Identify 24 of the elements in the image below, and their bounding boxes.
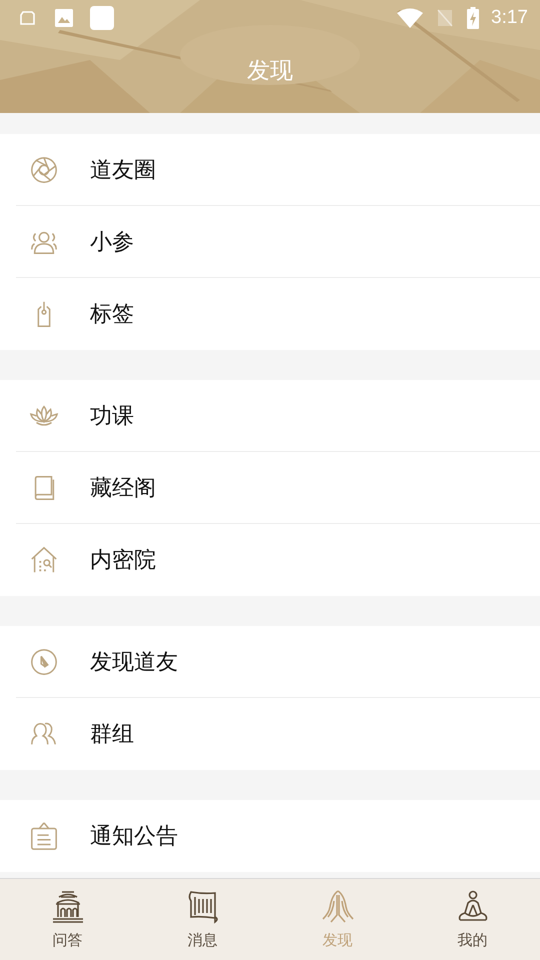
menu-item[interactable]: 藏经阁 xyxy=(16,452,540,524)
nav-tab[interactable]: 我的 xyxy=(405,879,540,960)
status-time: 3:17 xyxy=(491,7,528,29)
praying-hands-icon xyxy=(320,889,356,925)
menu-item[interactable]: 功课 xyxy=(16,380,540,452)
menu-item[interactable]: 内密院 xyxy=(16,524,540,596)
nav-tab[interactable]: 问答 xyxy=(0,879,135,960)
no-sim-icon xyxy=(435,8,456,28)
compass-icon xyxy=(29,646,59,676)
menu-item[interactable]: 发现道友 xyxy=(16,626,540,698)
app-icon xyxy=(90,6,114,30)
house-icon xyxy=(29,545,59,575)
battery-charging-icon xyxy=(467,7,480,29)
menu-item[interactable]: 小参 xyxy=(16,206,540,278)
wifi-icon xyxy=(397,8,424,28)
menu-item[interactable]: 道友圈 xyxy=(16,134,540,206)
notice-board-icon xyxy=(29,821,59,851)
sd-card-icon xyxy=(18,8,38,28)
page-title: 发现 xyxy=(247,56,293,86)
nav-tab[interactable]: 消息 xyxy=(135,879,270,960)
menu-item[interactable]: 标签 xyxy=(16,278,540,350)
menu-item[interactable]: 群组 xyxy=(16,698,540,770)
aperture-icon xyxy=(29,154,59,184)
image-icon xyxy=(54,8,74,28)
